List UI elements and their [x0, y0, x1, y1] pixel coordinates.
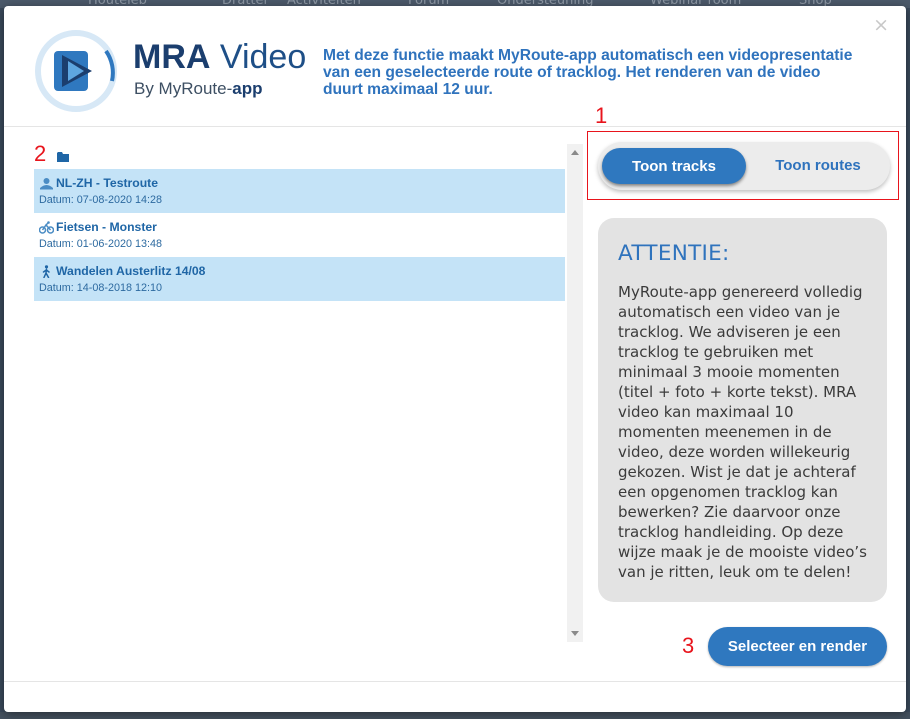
- list-item-date: Datum: 01-06-2020 13:48: [39, 238, 163, 250]
- list-item[interactable]: Fietsen - Monster Datum: 01-06-2020 13:4…: [34, 213, 565, 257]
- list-item-title-text: Wandelen Austerlitz 14/08: [56, 264, 206, 278]
- list-scrollbar[interactable]: [567, 144, 583, 642]
- logo-subtitle-prefix: By MyRoute-: [134, 79, 233, 98]
- bicycle-icon: [39, 220, 54, 234]
- list-item-title: Fietsen - Monster: [39, 219, 560, 235]
- show-routes-button[interactable]: Toon routes: [750, 147, 886, 183]
- scroll-up-icon[interactable]: [571, 150, 579, 155]
- attention-title: ATTENTIE:: [618, 241, 730, 266]
- logo-subtitle-bold: app: [232, 79, 263, 98]
- tracks-routes-toggle: Toon tracks Toon routes: [598, 142, 890, 190]
- intro-text: Met deze functie maakt MyRoute-app autom…: [323, 47, 853, 98]
- folder-icon[interactable]: [56, 150, 74, 164]
- toggle-highlight-frame: Toon tracks Toon routes: [587, 131, 899, 200]
- logo-title-bold: MRA: [133, 38, 211, 76]
- list-item-title-text: NL-ZH - Testroute: [56, 176, 159, 190]
- track-list: NL-ZH - Testroute Datum: 07-08-2020 14:2…: [34, 144, 566, 642]
- mra-video-logo: MRA Video By MyRoute-app: [34, 29, 306, 113]
- logo-subtitle: By MyRoute-app: [134, 79, 262, 99]
- attention-box: ATTENTIE: MyRoute-app genereerd volledig…: [598, 218, 887, 602]
- list-item[interactable]: NL-ZH - Testroute Datum: 07-08-2020 14:2…: [34, 169, 565, 213]
- list-item[interactable]: Wandelen Austerlitz 14/08 Datum: 14-08-2…: [34, 257, 565, 301]
- list-item-title-text: Fietsen - Monster: [56, 220, 157, 234]
- motorcycle-icon: [40, 177, 53, 189]
- annotation-number-3: 3: [682, 633, 695, 658]
- mra-video-modal: × MRA Video By MyRoute-app Met deze func…: [4, 6, 906, 712]
- walking-icon: [42, 264, 50, 278]
- list-item-title: Wandelen Austerlitz 14/08: [39, 263, 560, 279]
- attention-text: MyRoute-app genereerd volledig automatis…: [618, 283, 867, 581]
- background-page-bottom: [0, 712, 910, 719]
- scroll-down-icon[interactable]: [571, 631, 579, 636]
- track-list-panel: NL-ZH - Testroute Datum: 07-08-2020 14:2…: [34, 144, 584, 642]
- annotation-number-1: 1: [595, 103, 608, 128]
- logo-title: MRA Video: [133, 40, 306, 74]
- list-item-date: Datum: 07-08-2020 14:28: [39, 194, 163, 206]
- modal-header: MRA Video By MyRoute-app Met deze functi…: [4, 6, 906, 127]
- list-item-title: NL-ZH - Testroute: [39, 175, 560, 191]
- play-logo-icon: [35, 30, 117, 112]
- logo-title-rest: Video: [210, 38, 307, 76]
- modal-footer-divider: [4, 681, 906, 682]
- select-and-render-button[interactable]: Selecteer en render: [708, 627, 887, 666]
- show-tracks-button[interactable]: Toon tracks: [602, 148, 746, 184]
- list-item-date: Datum: 14-08-2018 12:10: [39, 282, 163, 294]
